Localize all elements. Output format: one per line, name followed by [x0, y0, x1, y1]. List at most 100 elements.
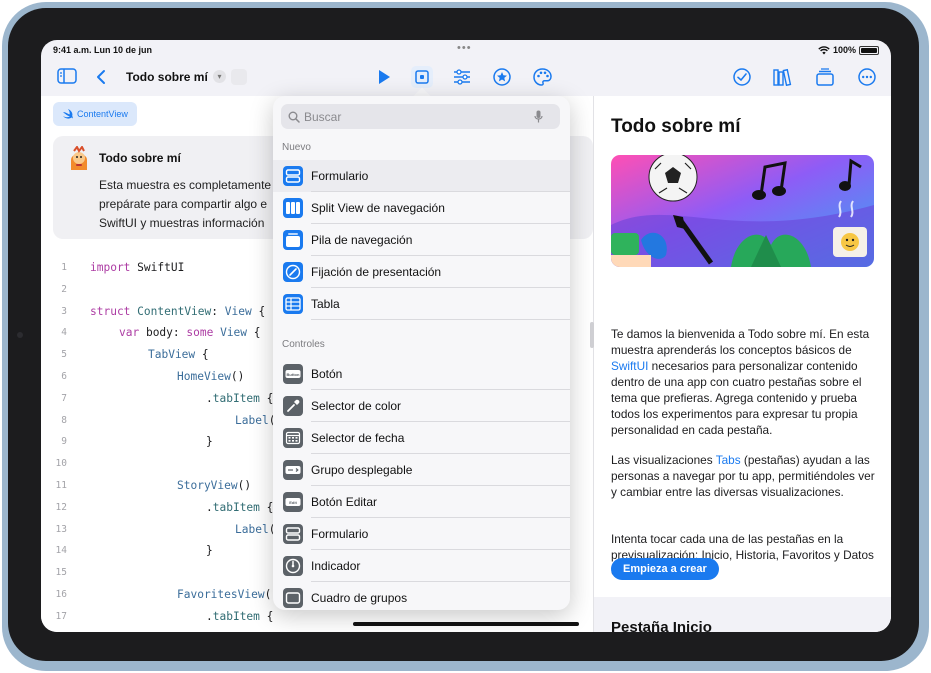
back-chevron-icon[interactable]	[96, 69, 106, 85]
code-token: View	[220, 326, 248, 340]
code-text: }	[206, 544, 213, 557]
code-text: var body: some View {	[119, 326, 261, 339]
mascot-avatar-icon	[67, 145, 91, 170]
document-title[interactable]: Todo sobre mí	[126, 70, 208, 84]
sliders-icon[interactable]	[453, 69, 471, 85]
file-tab-label: ContentView	[77, 109, 128, 119]
navigation-stack-item[interactable]: Pila de navegación	[273, 224, 570, 256]
books-icon[interactable]	[773, 68, 793, 86]
calendar-icon	[283, 428, 303, 448]
search-input[interactable]	[304, 109, 534, 124]
more-options-icon[interactable]	[858, 68, 876, 86]
preview-title: Todo sobre mí	[611, 116, 741, 137]
code-token: var	[119, 326, 140, 340]
line-number: 3	[61, 305, 67, 317]
code-token: FavoritesView	[177, 587, 265, 601]
split-divider-handle[interactable]	[590, 322, 594, 348]
run-play-icon[interactable]	[377, 69, 391, 85]
line-number: 1	[61, 262, 67, 273]
tabs-text-a: Las visualizaciones	[611, 453, 716, 467]
battery-percent: 100%	[832, 45, 856, 55]
microphone-icon[interactable]	[534, 110, 543, 123]
code-text: HomeView()	[177, 370, 244, 383]
card-title: Todo sobre mí	[99, 151, 181, 165]
file-tab-contentview[interactable]: ContentView	[53, 102, 137, 126]
form-control-item[interactable]: Formulario	[273, 518, 570, 550]
code-text: Label(	[235, 414, 275, 427]
icon-glyph-text: Edit	[289, 499, 297, 505]
line-number: 5	[61, 349, 67, 361]
disclosure-group-item[interactable]: Grupo desplegable	[273, 454, 570, 486]
group-box-item[interactable]: Cuadro de grupos	[273, 582, 570, 610]
line-number: 11	[55, 479, 67, 491]
checkmark-circle-icon[interactable]	[733, 68, 751, 86]
formulario-item[interactable]: Formulario	[273, 160, 570, 192]
tabs-paragraph: Las visualizaciones Tabs (pestañas) ayud…	[611, 452, 881, 500]
split-view-icon	[283, 198, 303, 218]
code-token: body:	[139, 326, 187, 340]
gauge-item[interactable]: Indicador	[273, 550, 570, 582]
line-number: 15	[55, 567, 67, 579]
code-token: ()	[237, 478, 252, 492]
stack-windows-icon[interactable]	[816, 68, 834, 86]
search-box[interactable]	[281, 104, 560, 129]
item-label: Pila de navegación	[311, 233, 413, 247]
edit-button-item[interactable]: Edit Botón Editar	[273, 486, 570, 518]
code-token: tabItem	[212, 391, 260, 405]
line-number: 13	[55, 523, 67, 535]
code-token: .	[206, 500, 213, 514]
battery-icon	[859, 45, 879, 55]
code-token: tabItem	[212, 609, 260, 623]
line-number: 6	[61, 370, 67, 382]
code-token: .	[206, 609, 213, 623]
tabs-link[interactable]: Tabs	[716, 453, 741, 467]
hero-illustration	[611, 155, 874, 267]
start-creating-button[interactable]: Empieza a crear	[611, 558, 719, 580]
line-number: 4	[61, 327, 67, 339]
multitasking-dots-icon[interactable]: •••	[457, 42, 472, 54]
button-item[interactable]: Button Botón	[273, 358, 570, 390]
intro-text-a: Te damos la bienvenida a Todo sobre mí. …	[611, 327, 870, 357]
line-number: 14	[55, 545, 67, 557]
code-token: .	[206, 391, 213, 405]
library-plus-icon[interactable]	[411, 66, 433, 88]
search-icon	[288, 111, 300, 123]
next-section: Pestaña Inicio	[594, 597, 891, 632]
code-token: :	[211, 304, 225, 318]
disclosure-icon	[283, 460, 303, 480]
item-separator	[311, 319, 570, 320]
code-token: (	[264, 587, 272, 601]
palette-icon[interactable]	[533, 68, 552, 86]
item-label: Selector de color	[311, 399, 402, 413]
line-number: 2	[61, 283, 67, 295]
color-picker-item[interactable]: Selector de color	[273, 390, 570, 422]
line-number: 12	[55, 501, 67, 513]
date-picker-item[interactable]: Selector de fecha	[273, 422, 570, 454]
code-token: Label	[235, 522, 269, 536]
code-token: }	[206, 435, 213, 449]
library-popover: Nuevo Formulario Split View de navegación…	[273, 96, 570, 610]
code-text: .tabItem {	[206, 501, 273, 514]
code-token: }	[206, 544, 213, 558]
split-view-item[interactable]: Split View de navegación	[273, 192, 570, 224]
code-token: ()	[230, 369, 245, 383]
code-line[interactable]: 17 .tabItem {	[41, 608, 593, 630]
presentation-detent-item[interactable]: Fijación de presentación	[273, 256, 570, 288]
favorites-star-icon[interactable]	[493, 68, 511, 86]
form-icon	[283, 524, 303, 544]
code-token: SwiftUI	[130, 261, 185, 274]
table-item[interactable]: Tabla	[273, 288, 570, 320]
code-token: tabItem	[212, 500, 260, 514]
title-menu-chevron-icon[interactable]: ▾	[213, 70, 226, 83]
form-icon	[283, 166, 303, 186]
sidebar-toggle-icon[interactable]	[57, 68, 77, 84]
screen: 9:41 a.m. Lun 10 de jun ••• 100% Todo so…	[41, 40, 891, 632]
toolbar: Todo sobre mí ▾	[41, 60, 891, 96]
code-token: import	[90, 261, 131, 274]
code-token: HomeView	[177, 369, 231, 383]
swiftui-link[interactable]: SwiftUI	[611, 359, 648, 373]
preview-pane: Todo sobre mí Te damos la bienvenida a T…	[593, 96, 891, 632]
code-text: import SwiftUI	[90, 261, 184, 274]
pin-icon	[283, 262, 303, 282]
code-token: struct	[90, 304, 131, 318]
